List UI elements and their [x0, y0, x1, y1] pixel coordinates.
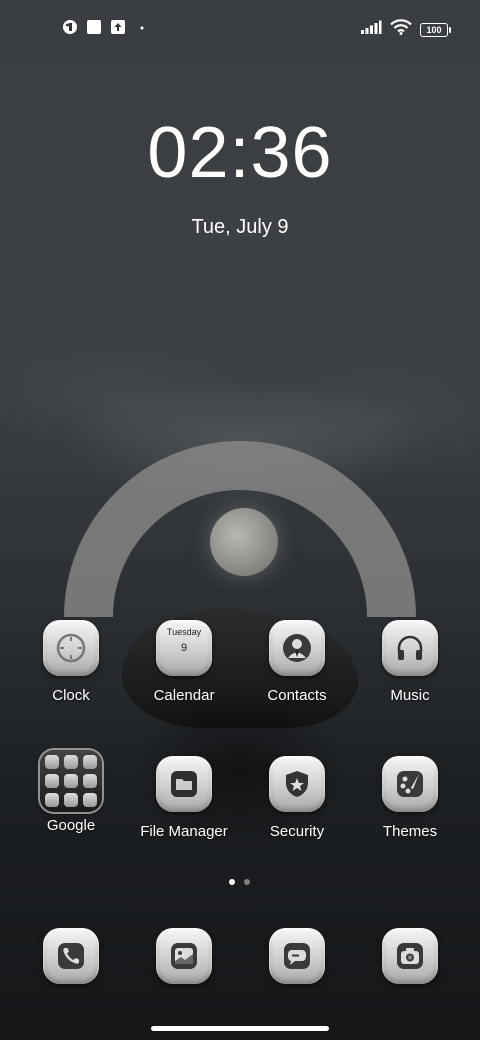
app-themes[interactable]: Themes: [355, 756, 465, 840]
dock-camera[interactable]: [355, 928, 465, 984]
clock-time[interactable]: 02:36: [0, 112, 480, 194]
wallpaper-moon: [210, 508, 278, 576]
more-dot-icon: [134, 19, 150, 35]
app-label: Contacts: [267, 687, 327, 704]
app-calendar[interactable]: Tuesday 9 Calendar: [129, 620, 239, 704]
app-label: Music: [390, 687, 430, 704]
app-label: Themes: [382, 823, 438, 840]
wallpaper-reflection: [0, 690, 480, 1040]
file-manager-icon: [156, 756, 212, 812]
app-file-manager[interactable]: File Manager: [129, 756, 239, 840]
app-label: Clock: [52, 687, 90, 704]
app-label: Security: [269, 823, 325, 840]
dock-phone[interactable]: [16, 928, 126, 984]
clock-icon: [43, 620, 99, 676]
wifi-icon: [390, 19, 412, 40]
calendar-icon: Tuesday 9: [156, 620, 212, 676]
app-label: Google: [46, 817, 96, 834]
contacts-icon: [269, 620, 325, 676]
messages-icon: [269, 928, 325, 984]
app-label: Calendar: [153, 687, 215, 704]
page-dot: [244, 879, 250, 885]
app-contacts[interactable]: Contacts: [242, 620, 352, 704]
page-dot-active: [229, 879, 235, 885]
app-notification-icon: [62, 19, 78, 35]
app-clock[interactable]: Clock: [16, 620, 126, 704]
app-label: File Manager: [140, 823, 228, 840]
gallery-icon: [156, 928, 212, 984]
app-music[interactable]: Music: [355, 620, 465, 704]
upload-icon: [110, 19, 126, 35]
app-google-folder[interactable]: Google: [16, 750, 126, 834]
status-bar: 100: [0, 0, 480, 56]
clock-date[interactable]: Tue, July 9: [0, 216, 480, 239]
page-indicator: [229, 879, 250, 885]
folder-icon: [40, 750, 102, 812]
app-security[interactable]: Security: [242, 756, 352, 840]
dock-messages[interactable]: [242, 928, 352, 984]
battery-icon: 100: [420, 22, 451, 37]
home-indicator-bar[interactable]: [151, 1026, 329, 1031]
headphones-icon: [382, 620, 438, 676]
calendar-day-name: Tuesday: [166, 627, 202, 637]
square-notification-icon: [86, 19, 102, 35]
signal-icon: [360, 19, 382, 40]
security-shield-icon: [269, 756, 325, 812]
phone-icon: [43, 928, 99, 984]
camera-icon: [382, 928, 438, 984]
calendar-day-number: 9: [180, 642, 188, 654]
dock-gallery[interactable]: [129, 928, 239, 984]
themes-palette-icon: [382, 756, 438, 812]
